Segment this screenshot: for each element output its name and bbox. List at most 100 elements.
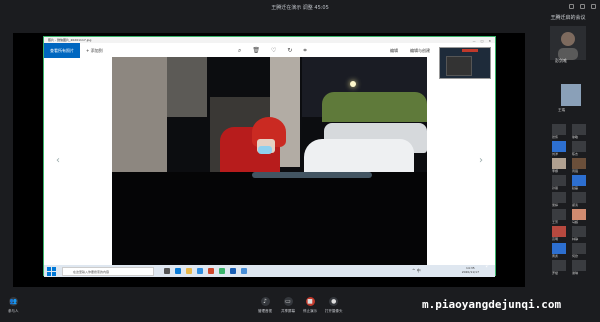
participant-sidebar: 王腾迁启的会议 彭剑唯 王瑞 张伟 徐敏 刘洋 陈杰 李娜 周强 孙丽 赵磊 吴婷 郑涛 王芳 马超高… [536,0,600,285]
participant-tile[interactable] [552,192,566,203]
share-screen-icon: ▭ [283,297,293,306]
presenter-thumbnail [439,47,491,79]
displayed-photo [112,57,427,267]
wechat-icon[interactable] [219,268,225,274]
clock-date: 2020/11/17 [461,270,479,274]
participants-button[interactable]: 👥 参与人 [8,297,19,314]
participant-tile[interactable] [552,243,566,254]
task-view-icon[interactable] [164,268,170,274]
participant-name: 徐敏 [572,135,579,139]
taskbar-clock[interactable]: 14:35 2020/11/17 [462,266,479,274]
add-to-button[interactable]: + 添加到 [86,48,103,54]
participant-name: 马超 [572,220,579,224]
participant-tile[interactable] [552,226,566,237]
delete-icon[interactable]: 🗑 [252,47,260,55]
site-watermark: m.piaoyangdejunqi.com [422,298,562,311]
participant-name: 陈杰 [572,152,579,156]
thumbnail-banner [462,49,478,52]
participant-name: 高明 [552,237,559,241]
participant-tile[interactable] [572,124,586,135]
manage-audio-button[interactable]: ♪ 管理音视 [258,297,272,314]
participants-icon: 👥 [8,297,18,306]
meeting-app-icon[interactable] [230,268,236,274]
participant-name: 何欣 [572,254,579,258]
stop-icon: ■ [305,297,315,306]
participant-tile[interactable] [572,226,586,237]
photos-toolbar-right: 编辑 编辑与创建 [390,48,430,54]
next-photo-icon[interactable]: › [479,155,483,166]
sidebar-title: 王腾迁启的会议 [550,15,586,21]
photo-wall-upper [167,57,207,117]
share-screen-label: 共享屏幕 [281,309,295,313]
camera-label: 打开摄像头 [325,309,343,313]
photos-toolbar: 查看所有照片 + 添加到 ⌕ 🗑 ♡ ↻ ⌗ 编辑 编辑与创建 [44,43,495,58]
participant-name: 李娜 [552,169,559,173]
thumbnail-preview [446,56,472,76]
previous-photo-icon[interactable]: ‹ [56,155,60,166]
taskbar-search-box[interactable]: 在这里输入你要搜索的内容 [62,266,154,276]
participant-tile[interactable] [552,260,566,271]
edge-browser-icon[interactable] [175,268,181,274]
photos-app-icon[interactable] [241,268,247,274]
participant-name: 林静 [572,237,579,241]
file-explorer-icon[interactable] [186,268,192,274]
store-icon[interactable] [197,268,203,274]
office-icon[interactable] [208,268,214,274]
participant-name: 郑涛 [572,203,579,207]
manage-audio-label: 管理音视 [258,309,272,313]
participants-label: 参与人 [8,309,19,313]
participant-tile[interactable] [572,209,586,220]
participant-tile[interactable] [552,175,566,186]
photo-trees [322,92,427,122]
crop-icon[interactable]: ⌗ [303,47,306,55]
participant-tile[interactable] [552,141,566,152]
participant-tile[interactable] [572,158,586,169]
camera-button[interactable]: ● 打开摄像头 [325,297,343,314]
system-tray[interactable]: ^ 中 [412,268,421,274]
participant-tile[interactable] [552,124,566,135]
zoom-icon[interactable]: ⌕ [238,47,241,55]
participant-tile[interactable] [572,260,586,271]
participant-tile[interactable] [572,243,586,254]
active-speaker-name: 彭剑唯 [555,58,567,63]
participant-tile[interactable] [552,158,566,169]
participant-name: 赵磊 [572,186,579,190]
stop-presenting-button[interactable]: ■ 停止演示 [303,297,317,314]
windows-start-icon[interactable] [47,266,56,276]
edit-create-button[interactable]: 编辑与创建 [410,48,430,54]
photos-toolbar-icons: ⌕ 🗑 ♡ ↻ ⌗ [238,47,307,55]
participant-name: 罗斌 [552,271,559,275]
photos-app-window: 照片 - 微信图片_20201117.jpg — □ ✕ 查看所有照片 + 添加… [43,36,496,277]
participant-name: 刘洋 [552,152,559,156]
participant-tile[interactable] [572,141,586,152]
participant-tile[interactable] [572,175,586,186]
photo-street-lamp [350,81,356,87]
meeting-title-bar: 王腾迁在演示 调整 45:05 [0,0,600,16]
see-all-photos-button[interactable]: 查看所有照片 [44,43,80,58]
meeting-app: 王腾迁在演示 调整 45:05 照片 - 微信图片_20201117.jpg —… [0,0,600,322]
participant-tile[interactable] [572,192,586,203]
edit-button[interactable]: 编辑 [390,48,398,54]
audio-icon: ♪ [260,297,270,306]
participant-tile[interactable] [552,209,566,220]
favorite-icon[interactable]: ♡ [271,47,276,55]
participant-name: 黄勇 [552,254,559,258]
camera-icon: ● [329,297,339,306]
photo-car-hood [112,172,427,267]
add-to-label: 添加到 [90,47,103,53]
photos-window-title: 照片 - 微信图片_20201117.jpg [48,38,92,42]
active-speaker-tile[interactable] [550,26,586,60]
rotate-icon[interactable]: ↻ [287,47,292,55]
taskbar-pinned-apps [164,268,247,274]
participant-name: 吴婷 [552,203,559,207]
participant-name: 孙丽 [552,186,559,190]
avatar-person-icon [558,32,578,60]
participant-name: 周强 [572,169,579,173]
stop-presenting-label: 停止演示 [303,309,317,313]
participant-name: 张伟 [552,135,559,139]
share-screen-button[interactable]: ▭ 共享屏幕 [281,297,295,314]
participant-name: 王芳 [552,220,559,224]
photo-face-mask [258,146,272,154]
expand-icon[interactable]: ⤢ [486,262,494,270]
presenter-tile[interactable] [561,84,581,106]
